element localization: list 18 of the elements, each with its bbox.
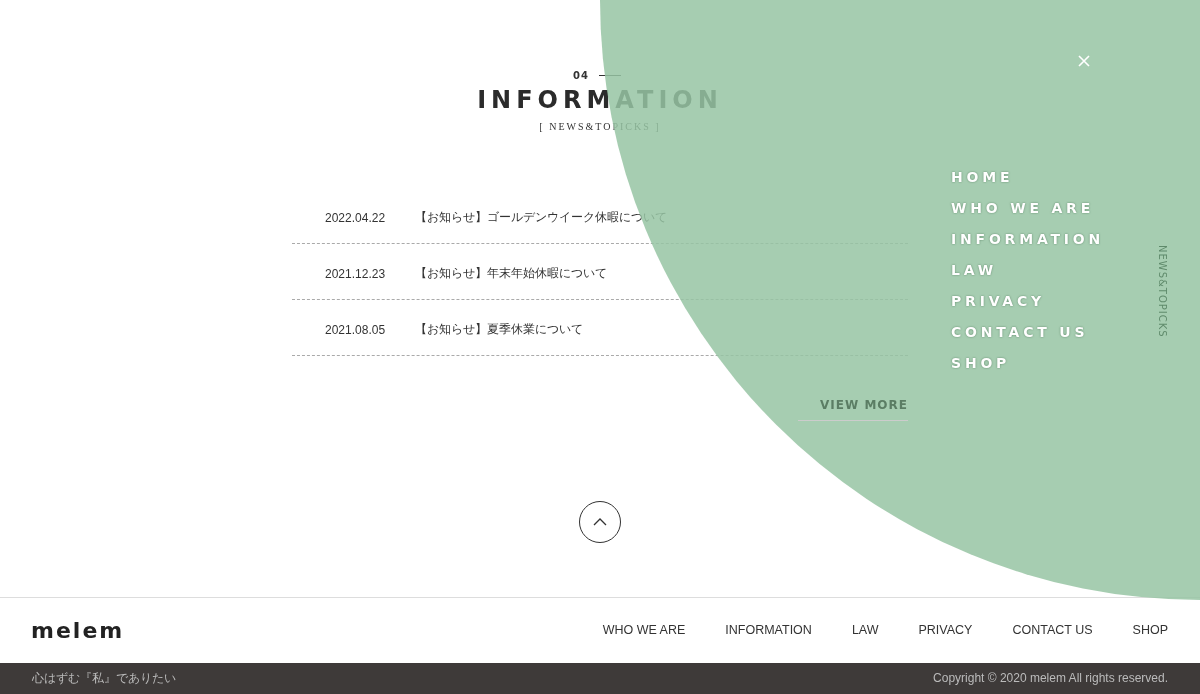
side-label: NEWS&TOPICKS <box>1157 245 1168 338</box>
footer-nav-link[interactable]: SHOP <box>1132 623 1168 638</box>
footer-nav-link[interactable]: WHO WE ARE <box>602 623 686 638</box>
close-icon <box>1078 55 1090 67</box>
news-date: 2022.04.22 <box>325 210 387 225</box>
footer-nav-link[interactable]: INFORMATION <box>725 623 812 638</box>
news-date: 2021.08.05 <box>325 322 387 337</box>
page-top-button[interactable] <box>579 501 621 543</box>
tagline: 心はずむ『私』でありたい <box>32 669 176 687</box>
chevron-up-icon <box>593 518 607 526</box>
footer-nav-link[interactable]: PRIVACY <box>918 623 973 638</box>
footer-nav-link[interactable]: LAW <box>851 623 879 638</box>
section-number: 04 <box>573 70 589 81</box>
logo[interactable]: melem <box>31 617 125 643</box>
news-date: 2021.12.23 <box>325 266 387 281</box>
footer-nav-link[interactable]: CONTACT US <box>1012 623 1093 638</box>
copyright: Copyright © 2020 melem All rights reserved. <box>933 671 1168 686</box>
news-link[interactable]: 【お知らせ】夏季休業について <box>415 321 583 338</box>
